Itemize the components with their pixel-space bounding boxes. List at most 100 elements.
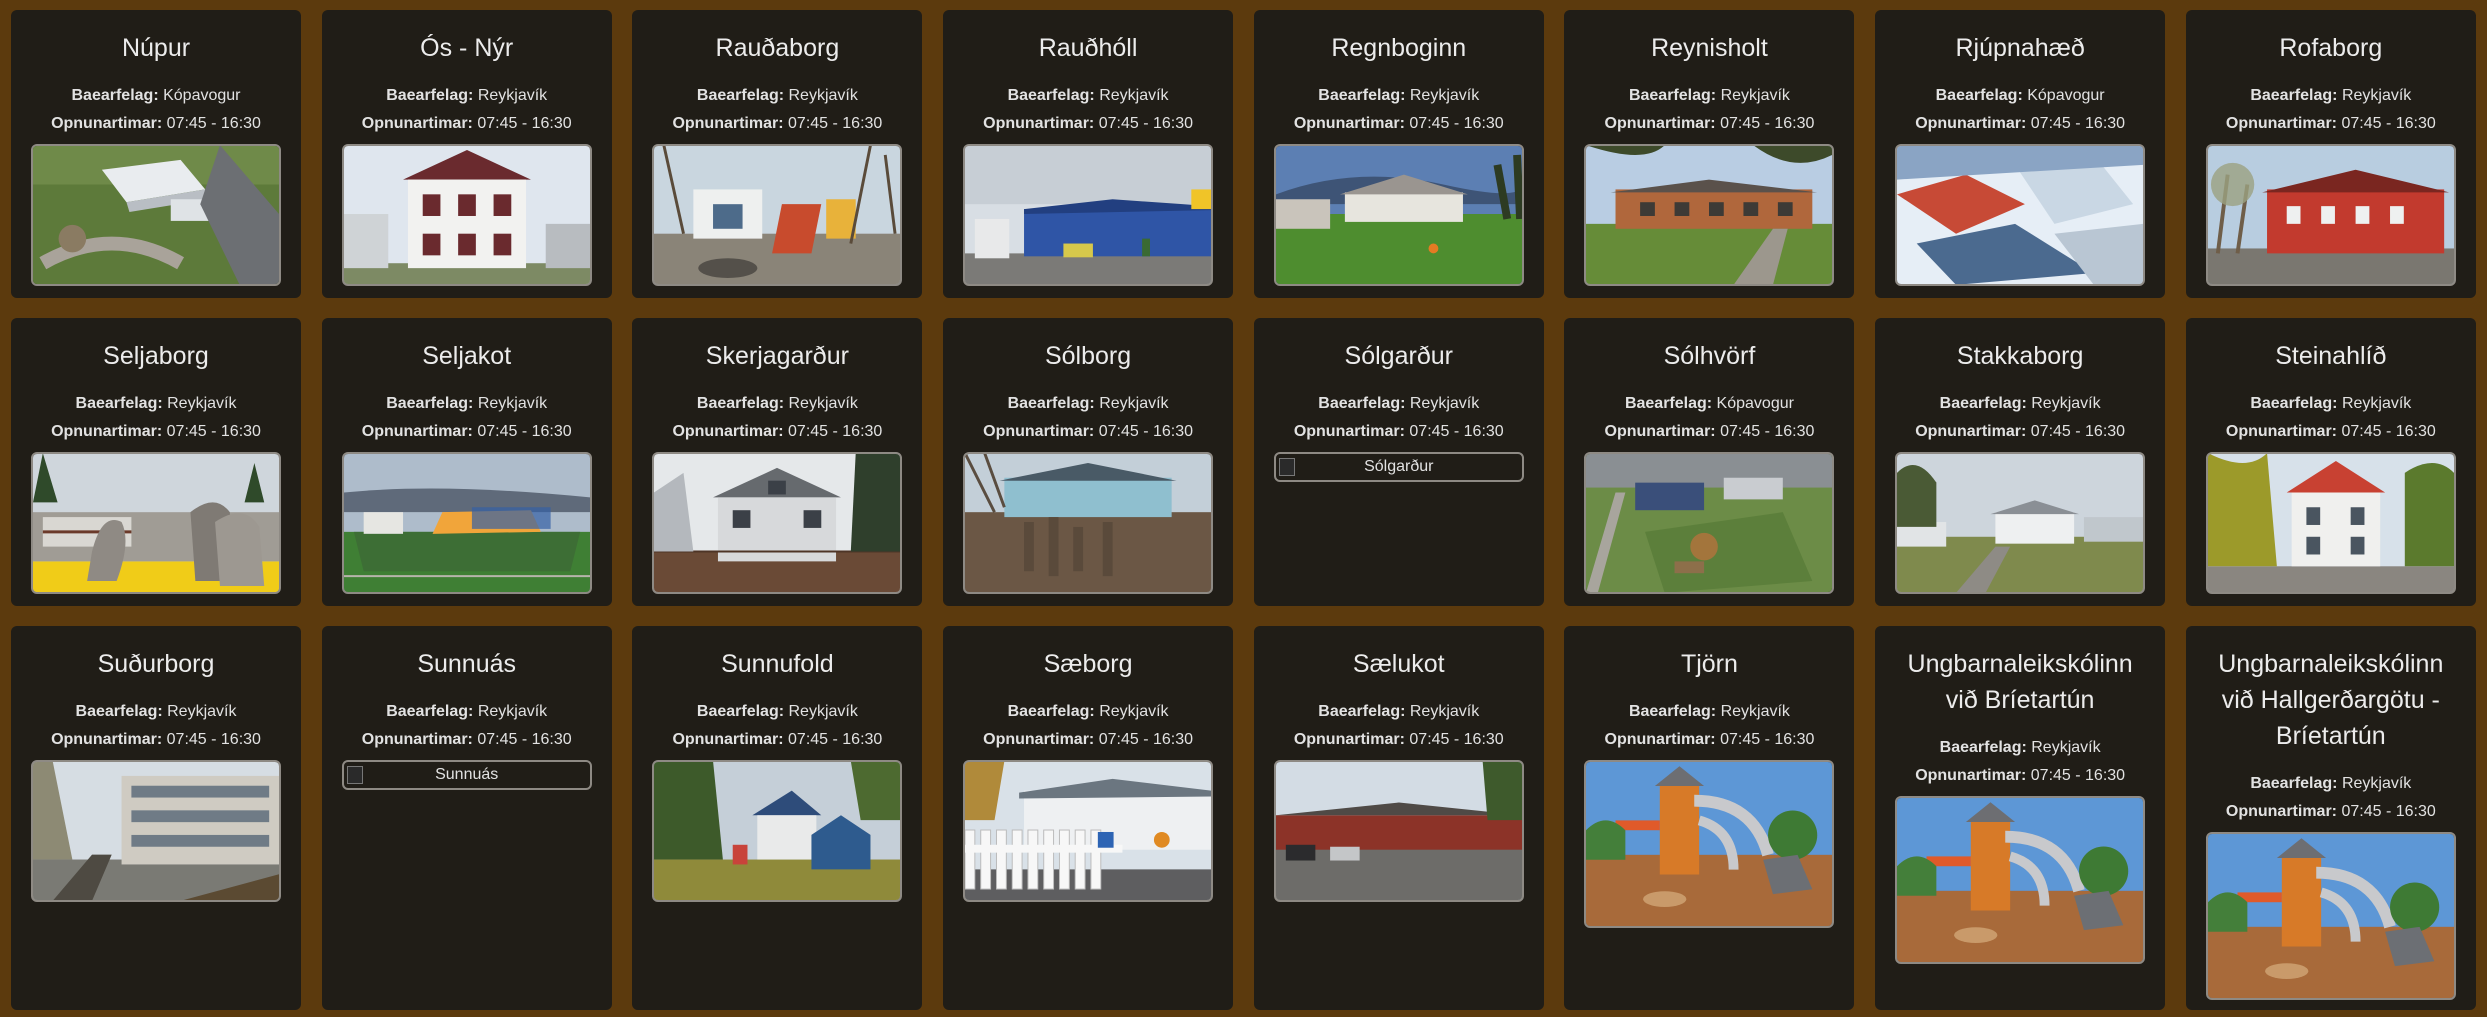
- municipality-row: Baearfelag: Reykjavík: [342, 82, 592, 110]
- hours-label: Opnunartimar:: [672, 423, 784, 440]
- hours-row: Opnunartimar: 07:45 - 16:30: [652, 110, 902, 138]
- kindergarten-name: Steinahlíð: [2275, 342, 2387, 370]
- kindergarten-card[interactable]: Ós - Nýr Baearfelag: Reykjavík Opnunarti…: [321, 10, 612, 298]
- kindergarten-card[interactable]: Sunnufold Baearfelag: Reykjavík Opnunart…: [632, 626, 923, 1010]
- hours-value: 07:45 - 16:30: [1720, 115, 1815, 132]
- kindergarten-card[interactable]: Sólhvörf Baearfelag: Kópavogur Opnunarti…: [1564, 318, 1855, 606]
- kindergarten-card[interactable]: Skerjagarður Baearfelag: Reykjavík Opnun…: [632, 318, 923, 606]
- municipality-row: Baearfelag: Reykjavík: [342, 390, 592, 418]
- kindergarten-name: Sólhvörf: [1663, 342, 1756, 370]
- municipality-value: Reykjavík: [477, 87, 548, 104]
- municipality-row: Baearfelag: Reykjavík: [2206, 770, 2456, 798]
- kindergarten-card[interactable]: Suðurborg Baearfelag: Reykjavík Opnunart…: [11, 626, 301, 1010]
- municipality-value: Reykjavík: [1099, 395, 1169, 412]
- municipality-label: Baearfelag:: [1318, 87, 1406, 104]
- kindergarten-card[interactable]: Sæborg Baearfelag: Reykjavík Opnunartima…: [943, 626, 1234, 1010]
- municipality-value: Reykjavík: [477, 703, 548, 720]
- kindergarten-card[interactable]: Seljaborg Baearfelag: Reykjavík Opnunart…: [11, 318, 301, 606]
- hours-row: Opnunartimar: 07:45 - 16:30: [652, 418, 902, 446]
- municipality-label: Baearfelag:: [696, 395, 785, 412]
- kindergarten-photo[interactable]: [652, 760, 903, 902]
- kindergarten-photo[interactable]: [1273, 144, 1524, 286]
- municipality-row: Baearfelag: Reykjavík: [963, 390, 1213, 418]
- hours-value: 07:45 - 16:30: [1098, 115, 1193, 132]
- kindergarten-card[interactable]: Sólborg Baearfelag: Reykjavík Opnunartim…: [943, 318, 1234, 606]
- image-alt-text: Sólgarður: [1364, 458, 1434, 475]
- municipality-value: Reykjavík: [2031, 395, 2101, 412]
- municipality-value: Reykjavík: [2341, 395, 2412, 412]
- kindergarten-photo[interactable]: [1584, 452, 1835, 594]
- municipality-value: Reykjavík: [1409, 87, 1480, 104]
- kindergarten-card[interactable]: Seljakot Baearfelag: Reykjavík Opnunarti…: [321, 318, 612, 606]
- kindergarten-card[interactable]: Reynisholt Baearfelag: Reykjavík Opnunar…: [1564, 10, 1855, 298]
- municipality-row: Baearfelag: Reykjavík: [31, 390, 281, 418]
- kindergarten-photo[interactable]: [652, 144, 903, 286]
- kindergarten-name: Ungbarnaleikskólinn við Hallgerðargötu -…: [2218, 650, 2444, 750]
- kindergarten-card[interactable]: Sælukot Baearfelag: Reykjavík Opnunartim…: [1253, 626, 1544, 1010]
- municipality-row: Baearfelag: Reykjavík: [1274, 390, 1524, 418]
- municipality-label: Baearfelag:: [1007, 87, 1095, 104]
- kindergarten-photo[interactable]: [1584, 760, 1835, 928]
- municipality-label: Baearfelag:: [2250, 87, 2338, 104]
- kindergarten-photo[interactable]: [963, 452, 1214, 594]
- broken-image[interactable]: Sunnuás: [341, 760, 592, 790]
- hours-row: Opnunartimar: 07:45 - 16:30: [963, 110, 1213, 138]
- kindergarten-photo[interactable]: [31, 760, 281, 902]
- municipality-value: Reykjavík: [1720, 87, 1790, 104]
- hours-row: Opnunartimar: 07:45 - 16:30: [1584, 726, 1834, 754]
- hours-label: Opnunartimar:: [1915, 423, 2027, 440]
- kindergarten-card[interactable]: Rauðhóll Baearfelag: Reykjavík Opnunarti…: [943, 10, 1234, 298]
- kindergarten-name: Sunnuás: [417, 650, 517, 678]
- kindergarten-card[interactable]: Rofaborg Baearfelag: Reykjavík Opnunarti…: [2185, 10, 2476, 298]
- kindergarten-photo[interactable]: [963, 144, 1214, 286]
- broken-image-icon: [1278, 458, 1295, 476]
- broken-image[interactable]: Sólgarður: [1273, 452, 1524, 482]
- hours-value: 07:45 - 16:30: [788, 423, 883, 440]
- kindergarten-card[interactable]: Stakkaborg Baearfelag: Reykjavík Opnunar…: [1875, 318, 2166, 606]
- kindergarten-grid: Núpur Baearfelag: Kópavogur Opnunartimar…: [0, 0, 2487, 1010]
- kindergarten-photo[interactable]: [1273, 760, 1524, 902]
- kindergarten-photo[interactable]: [1895, 452, 2146, 594]
- kindergarten-card[interactable]: Rauðaborg Baearfelag: Reykjavík Opnunart…: [632, 10, 923, 298]
- hours-label: Opnunartimar:: [51, 115, 163, 132]
- kindergarten-card[interactable]: Regnboginn Baearfelag: Reykjavík Opnunar…: [1253, 10, 1544, 298]
- kindergarten-photo[interactable]: [1895, 144, 2146, 286]
- municipality-label: Baearfelag:: [1318, 703, 1406, 720]
- hours-label: Opnunartimar:: [1293, 731, 1405, 748]
- municipality-row: Baearfelag: Reykjavík: [1584, 82, 1834, 110]
- kindergarten-card[interactable]: Steinahlíð Baearfelag: Reykjavík Opnunar…: [2185, 318, 2476, 606]
- kindergarten-card[interactable]: Núpur Baearfelag: Kópavogur Opnunartimar…: [11, 10, 301, 298]
- kindergarten-photo[interactable]: [963, 760, 1214, 902]
- municipality-value: Kópavogur: [2027, 87, 2105, 104]
- kindergarten-name: Núpur: [121, 34, 191, 62]
- hours-row: Opnunartimar: 07:45 - 16:30: [1895, 110, 2145, 138]
- hours-value: 07:45 - 16:30: [2341, 115, 2436, 132]
- hours-label: Opnunartimar:: [361, 731, 473, 748]
- kindergarten-card[interactable]: Rjúpnahæð Baearfelag: Kópavogur Opnunart…: [1875, 10, 2166, 298]
- hours-value: 07:45 - 16:30: [1409, 423, 1504, 440]
- kindergarten-photo[interactable]: [2205, 832, 2456, 1000]
- municipality-value: Reykjavík: [167, 703, 237, 720]
- kindergarten-name: Rauðaborg: [715, 34, 840, 62]
- municipality-row: Baearfelag: Reykjavík: [31, 698, 281, 726]
- kindergarten-photo[interactable]: [341, 452, 592, 594]
- kindergarten-photo[interactable]: [31, 144, 281, 286]
- municipality-row: Baearfelag: Reykjavík: [1274, 82, 1524, 110]
- kindergarten-card[interactable]: Sunnuás Baearfelag: Reykjavík Opnunartim…: [321, 626, 612, 1010]
- hours-row: Opnunartimar: 07:45 - 16:30: [963, 418, 1213, 446]
- kindergarten-photo[interactable]: [652, 452, 903, 594]
- hours-row: Opnunartimar: 07:45 - 16:30: [31, 726, 281, 754]
- kindergarten-name: Tjörn: [1680, 650, 1738, 678]
- kindergarten-card[interactable]: Tjörn Baearfelag: Reykjavík Opnunartimar…: [1564, 626, 1855, 1010]
- kindergarten-card[interactable]: Sólgarður Baearfelag: Reykjavík Opnunart…: [1253, 318, 1544, 606]
- kindergarten-name: Sæborg: [1043, 650, 1133, 678]
- kindergarten-photo[interactable]: [1895, 796, 2146, 964]
- kindergarten-photo[interactable]: [341, 144, 592, 286]
- kindergarten-photo[interactable]: [1584, 144, 1835, 286]
- kindergarten-card[interactable]: Ungbarnaleikskólinn við Bríetartún Baear…: [1875, 626, 2166, 1010]
- kindergarten-photo[interactable]: [31, 452, 281, 594]
- kindergarten-photo[interactable]: [2205, 452, 2456, 594]
- kindergarten-card[interactable]: Ungbarnaleikskólinn við Hallgerðargötu -…: [2185, 626, 2476, 1010]
- kindergarten-photo[interactable]: [2205, 144, 2456, 286]
- municipality-label: Baearfelag:: [1939, 395, 2027, 412]
